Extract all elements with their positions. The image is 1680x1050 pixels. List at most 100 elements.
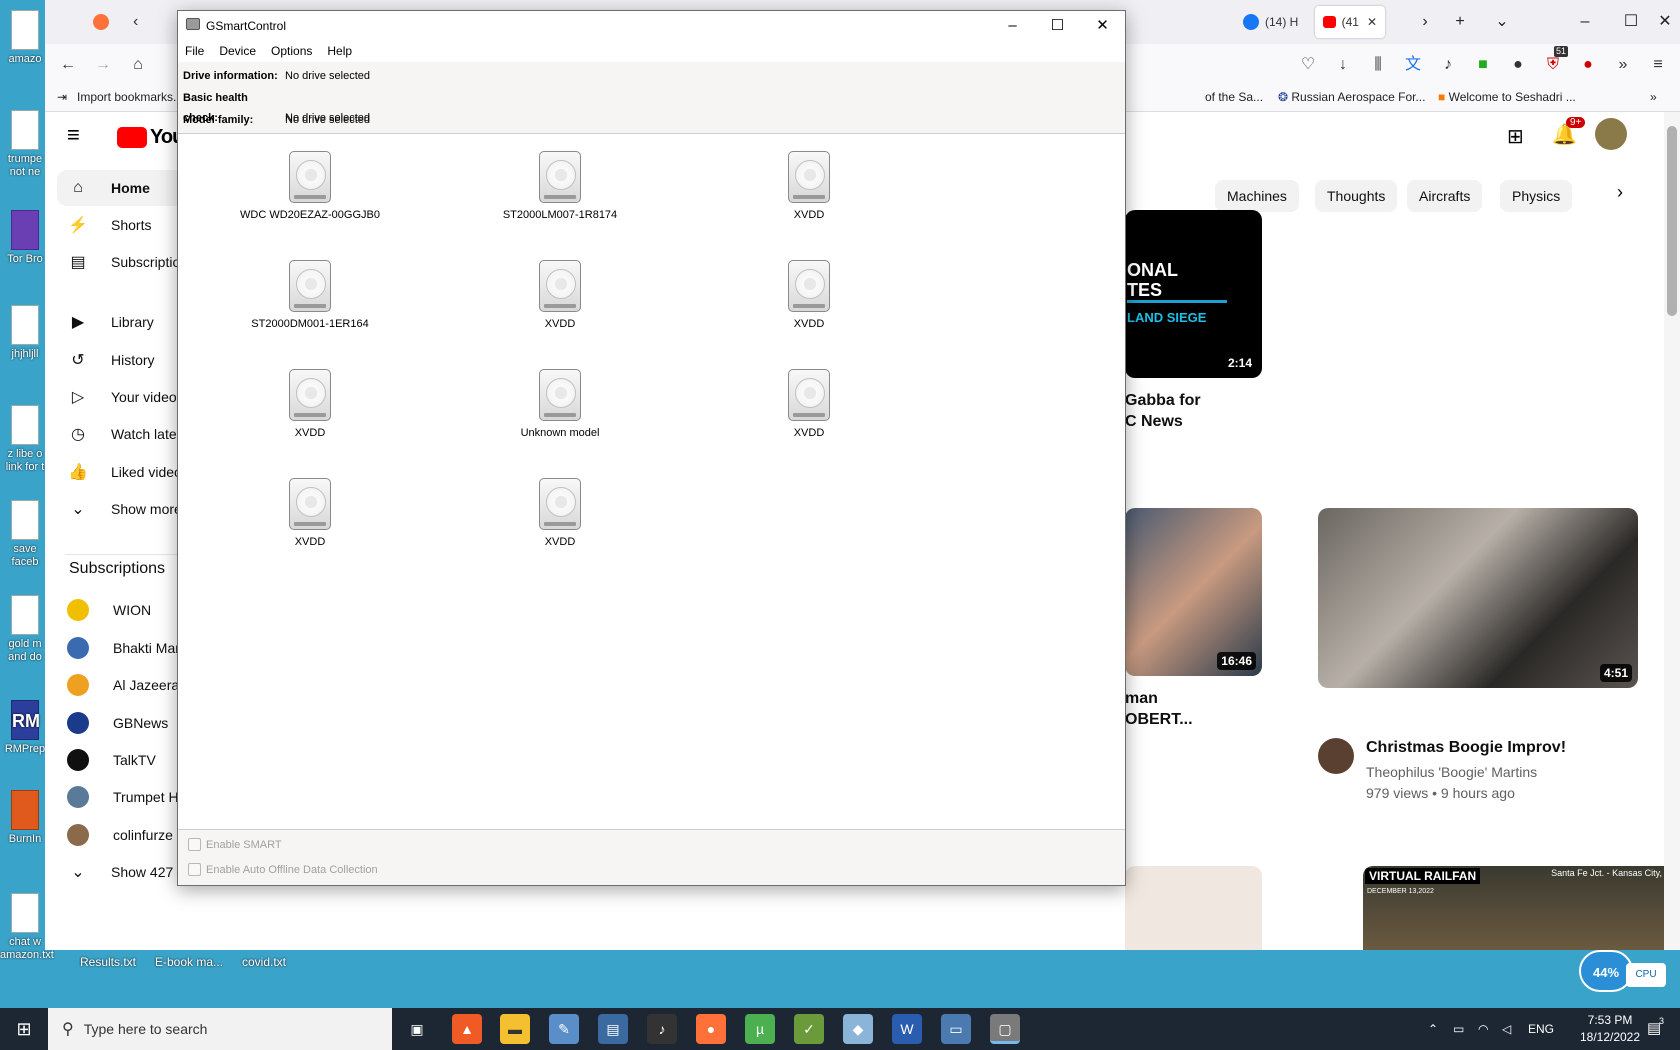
firefox-icon[interactable]: ● (696, 1014, 726, 1044)
avatar[interactable] (1595, 118, 1627, 150)
scrollbar[interactable] (1664, 112, 1680, 950)
menu-device[interactable]: Device (212, 40, 264, 62)
language-indicator[interactable]: ENG (1528, 1008, 1554, 1050)
video-thumbnail[interactable] (1125, 866, 1262, 950)
word-icon[interactable]: W (892, 1014, 922, 1044)
drive-item[interactable]: Unknown model (475, 369, 645, 439)
firefox-tab-icon[interactable] (85, 6, 117, 38)
video-title[interactable]: Gabba for (1125, 392, 1201, 410)
cpu-meter[interactable]: 44% (1579, 950, 1633, 992)
enable-smart-checkbox[interactable]: Enable SMART (188, 838, 282, 851)
search-box[interactable]: ⚲ Type here to search (48, 1008, 392, 1050)
channel-name[interactable]: Theophilus 'Boogie' Martins (1366, 764, 1537, 780)
drive-item[interactable]: XVDD (225, 478, 395, 548)
menu-icon[interactable]: ≡ (1645, 52, 1671, 78)
tab-scroll-left-icon[interactable]: ‹ (125, 6, 146, 38)
translate-icon[interactable]: 文 (1400, 52, 1426, 78)
app-icon[interactable]: ▤ (598, 1014, 628, 1044)
minimize-button[interactable]: – (990, 11, 1035, 40)
enable-auto-offline-checkbox[interactable]: Enable Auto Offline Data Collection (188, 863, 378, 876)
menu-file[interactable]: File (178, 40, 212, 62)
volume-icon[interactable]: ◁ (1502, 1008, 1511, 1050)
video-title[interactable]: Christmas Boogie Improv! (1366, 739, 1566, 757)
notifications-icon[interactable]: 🔔 9+ (1552, 117, 1586, 147)
video-thumbnail[interactable]: ONAL TES LAND SIEGE 2:14 (1125, 210, 1262, 378)
library-icon[interactable]: ⫼ (1365, 52, 1391, 78)
desktop-icon[interactable]: gold m and do (0, 595, 50, 664)
desktop-file[interactable]: covid.txt (242, 955, 286, 969)
desktop-icon[interactable]: jhjhljll (0, 305, 50, 361)
list-tabs-icon[interactable]: ⌄ (1482, 8, 1522, 36)
new-tab-button[interactable]: + (1440, 8, 1480, 36)
task-view-icon[interactable]: ▣ (402, 1014, 432, 1044)
bookmark-import[interactable]: Import bookmarks... (77, 90, 183, 104)
drive-item[interactable]: XVDD (724, 369, 894, 439)
drive-item[interactable]: XVDD (475, 478, 645, 548)
sound-icon[interactable]: ♪ (1435, 52, 1461, 78)
gsmartcontrol-taskbar-icon[interactable]: ▢ (990, 1014, 1020, 1044)
brave-icon[interactable]: ▲ (452, 1014, 482, 1044)
channel-avatar[interactable] (1318, 738, 1354, 774)
create-icon[interactable]: ⊞ (1507, 124, 1524, 149)
desktop-icon[interactable]: chat w amazon.txt (0, 893, 54, 962)
downloads-icon[interactable]: ↓ (1330, 52, 1356, 78)
windows-start-icon[interactable]: ⊞ (0, 1008, 48, 1050)
desktop-icon[interactable]: z libe o link for t (0, 405, 50, 474)
hamburger-menu-icon[interactable]: ≡ (67, 122, 80, 148)
bookmark-item[interactable]: ❂ Russian Aerospace For... (1278, 90, 1425, 104)
desktop-icon[interactable]: RM RMPrep (0, 700, 50, 756)
drive-item[interactable]: WDC WD20EZAZ-00GGJB0 (225, 151, 395, 221)
desktop-icon[interactable]: Tor Bro (0, 210, 50, 266)
desktop-icon[interactable]: trumpe not ne (0, 110, 50, 179)
extension-icon[interactable]: ● (1505, 52, 1531, 78)
menu-help[interactable]: Help (320, 40, 360, 62)
close-tab-icon[interactable]: ✕ (1367, 15, 1377, 29)
tab-scroll-right-icon[interactable]: › (1405, 8, 1445, 36)
app-icon[interactable]: ▭ (941, 1014, 971, 1044)
back-icon[interactable]: ← (55, 52, 81, 78)
ublock-icon[interactable]: ⛨ 51 (1540, 46, 1569, 78)
minimize-button[interactable]: – (1565, 8, 1605, 36)
video-title[interactable]: C News (1125, 413, 1183, 431)
app-icon[interactable]: ◆ (843, 1014, 873, 1044)
drive-item[interactable]: XVDD (225, 369, 395, 439)
app-icon[interactable]: ♪ (647, 1014, 677, 1044)
extension-icon[interactable]: ■ (1470, 52, 1496, 78)
scrollbar-thumb[interactable] (1667, 126, 1677, 316)
close-button[interactable]: ✕ (1080, 11, 1125, 40)
desktop-icon[interactable]: BurnIn (0, 790, 50, 846)
extension-icon[interactable]: ● (1575, 52, 1601, 78)
video-title[interactable]: man (1125, 690, 1158, 708)
clock[interactable]: 7:53 PM 18/12/2022 (1570, 1012, 1650, 1046)
desktop-icon[interactable]: amazo (0, 10, 50, 66)
bookmark-item[interactable]: of the Sa... (1205, 90, 1263, 104)
tab-youtube[interactable]: (41 ✕ (1315, 6, 1385, 38)
video-title[interactable]: OBERT... (1125, 711, 1193, 729)
drive-item[interactable]: ST2000LM007-1R8174 (475, 151, 645, 221)
desktop-icon[interactable]: save faceb (0, 500, 50, 569)
menu-options[interactable]: Options (264, 40, 320, 62)
filter-chip[interactable]: Aircrafts (1407, 180, 1483, 212)
drive-item[interactable]: XVDD (724, 260, 894, 330)
forward-icon[interactable]: → (90, 52, 116, 78)
app-icon[interactable]: ✎ (549, 1014, 579, 1044)
tray-overflow-icon[interactable]: ⌃ (1428, 1008, 1438, 1050)
home-icon[interactable]: ⌂ (125, 52, 151, 78)
action-center-icon[interactable]: ▤ 3 (1647, 1008, 1664, 1050)
video-thumbnail[interactable]: 16:46 (1125, 508, 1262, 676)
bookmarks-overflow-icon[interactable]: » (1650, 90, 1657, 104)
drive-item[interactable]: ST2000DM001-1ER164 (225, 260, 395, 330)
desktop-file[interactable]: E-book ma... (155, 955, 223, 969)
video-thumbnail[interactable]: VIRTUAL RAILFAN Santa Fe Jct. - Kansas C… (1363, 866, 1680, 950)
close-button[interactable]: ✕ (1645, 8, 1680, 36)
bookmark-item[interactable]: ■ Welcome to Seshadri ... (1438, 90, 1576, 104)
drive-item[interactable]: XVDD (475, 260, 645, 330)
wifi-icon[interactable]: ◠ (1478, 1008, 1488, 1050)
utorrent-icon[interactable]: µ (745, 1014, 775, 1044)
drive-item[interactable]: XVDD (724, 151, 894, 221)
tab-facebook[interactable]: (14) H (1235, 6, 1306, 38)
chips-next-icon[interactable]: › (1617, 182, 1623, 203)
video-thumbnail[interactable]: 4:51 (1318, 508, 1638, 688)
file-explorer-icon[interactable]: ▬ (500, 1014, 530, 1044)
maximize-button[interactable]: ☐ (1035, 11, 1080, 40)
